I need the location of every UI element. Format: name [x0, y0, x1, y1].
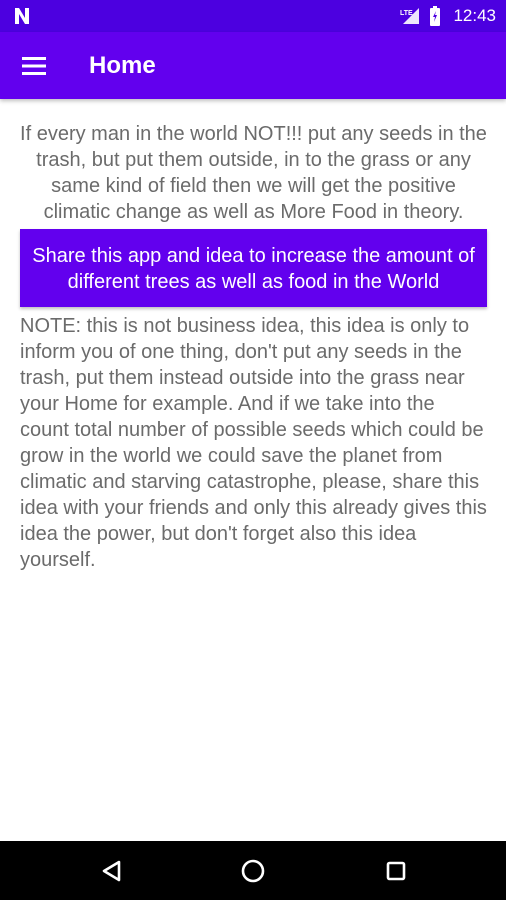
back-button[interactable] [81, 841, 141, 900]
home-button[interactable] [223, 841, 283, 900]
lte-signal-icon: LTE [400, 8, 420, 24]
recents-icon [386, 861, 406, 880]
page-title: Home [89, 52, 156, 79]
notification-n-icon [15, 8, 29, 24]
status-time: 12:43 [453, 6, 496, 25]
status-icons: LTE 12:43 [399, 0, 496, 32]
status-bar: LTE 12:43 [0, 0, 506, 32]
main-content: If every man in the world NOT!!! put any… [20, 121, 487, 573]
hamburger-menu-icon [22, 57, 46, 75]
svg-text:LTE: LTE [400, 10, 413, 17]
note-text: NOTE: this is not business idea, this id… [20, 315, 487, 571]
navigation-bar [0, 841, 506, 900]
share-button[interactable]: Share this app and idea to increase the … [20, 229, 487, 307]
back-icon [102, 860, 121, 881]
menu-button[interactable] [14, 46, 54, 86]
battery-icon [430, 6, 441, 26]
recents-button[interactable] [366, 841, 426, 900]
screen: LTE 12:43 Home If every man in the world… [0, 0, 506, 900]
app-bar: Home [0, 32, 506, 99]
intro-text: If every man in the world NOT!!! put any… [20, 123, 487, 223]
home-icon [241, 859, 265, 882]
